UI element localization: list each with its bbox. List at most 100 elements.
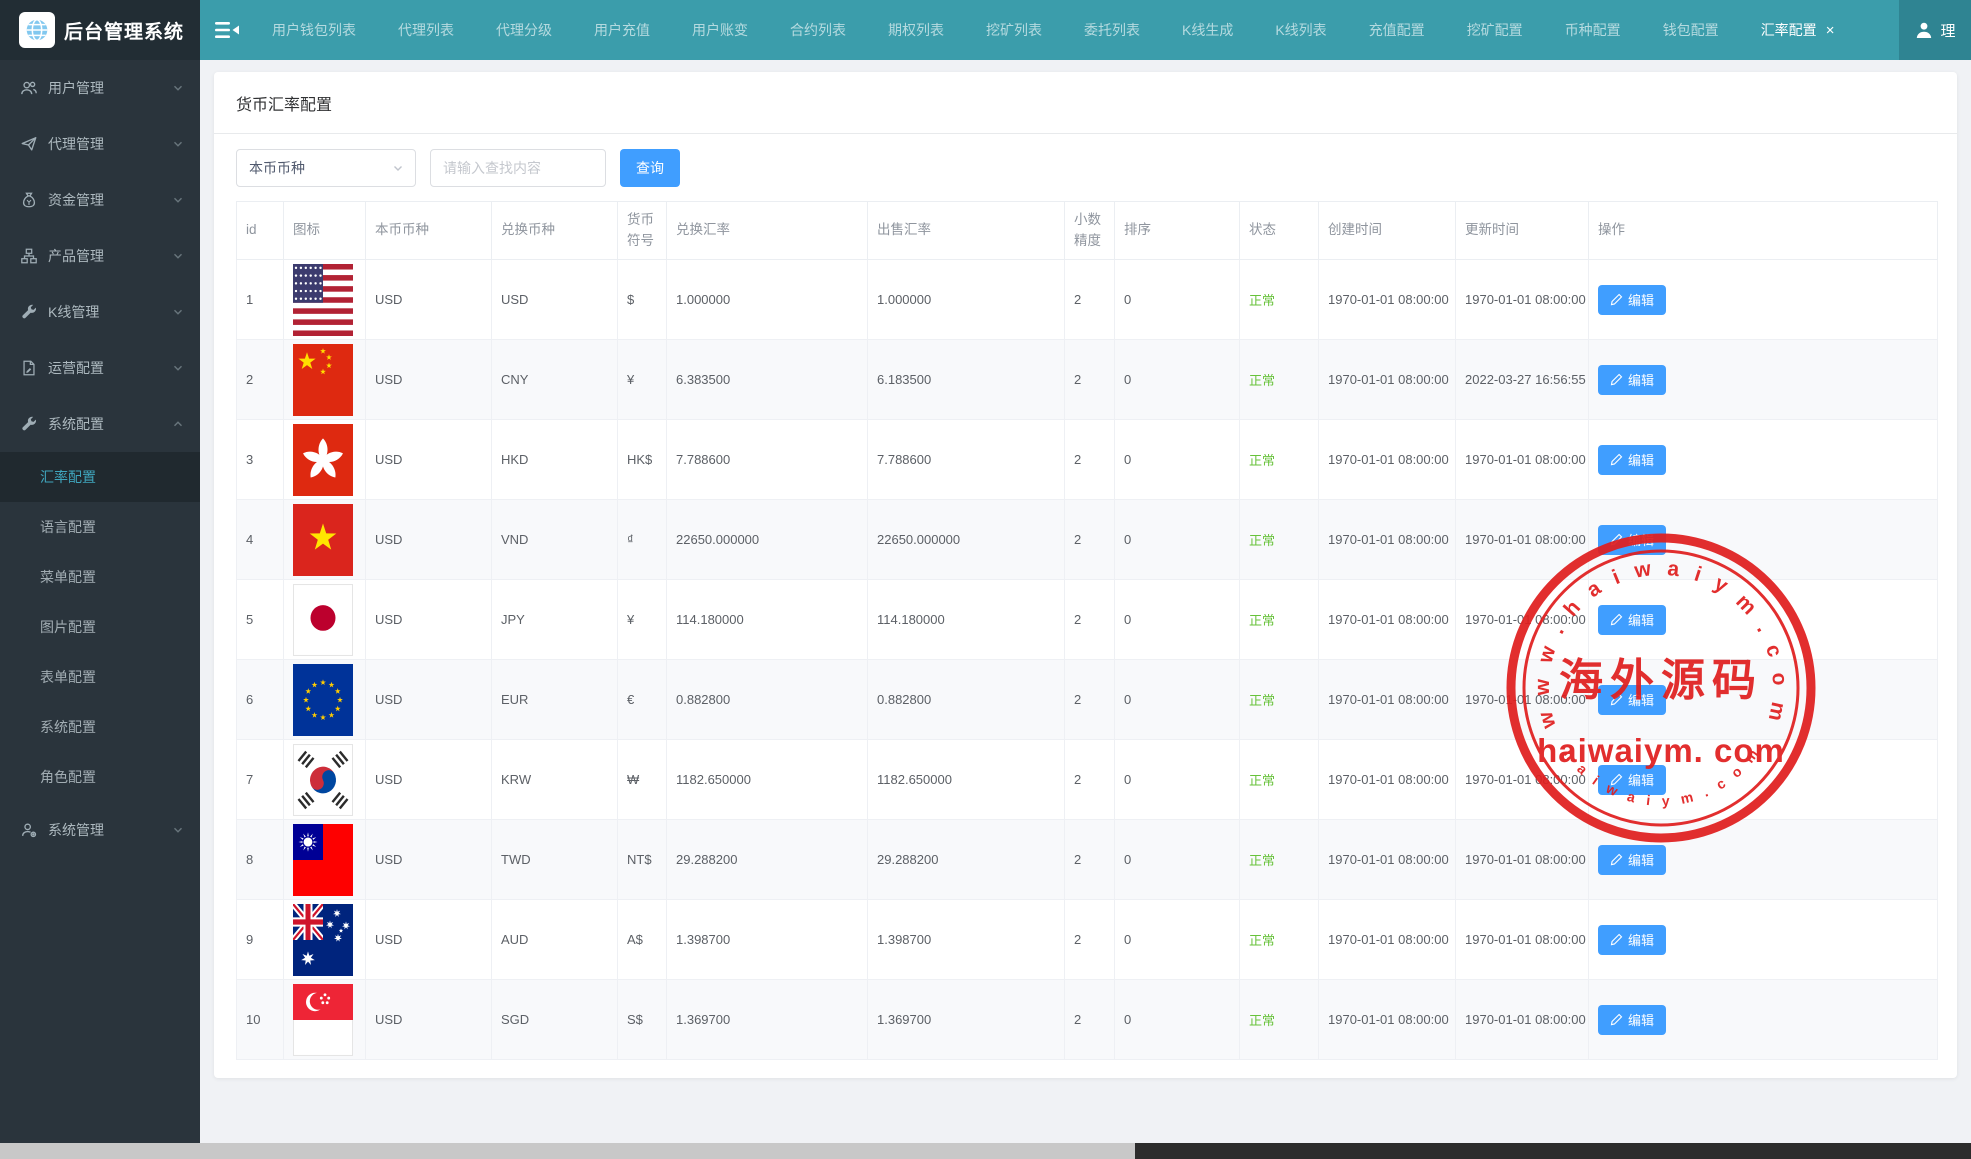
edit-button[interactable]: 编辑 (1598, 525, 1666, 555)
nav-tab-8[interactable]: 挖矿列表 (965, 0, 1063, 60)
cell-status: 正常 (1240, 340, 1319, 420)
status-badge: 正常 (1249, 453, 1275, 468)
nav-tab-11[interactable]: K线列表 (1254, 0, 1347, 60)
nav-tab-16[interactable]: 汇率配置× (1740, 0, 1856, 60)
nav-tab-12[interactable]: 充值配置 (1348, 0, 1446, 60)
sidebar-subitem[interactable]: 图片配置 (0, 602, 200, 652)
sidebar-subitem[interactable]: 菜单配置 (0, 552, 200, 602)
sidebar-item[interactable]: 代理管理 (0, 116, 200, 172)
cell-flag (284, 580, 366, 660)
chevron-up-icon (172, 418, 184, 430)
nav-tab-13[interactable]: 挖矿配置 (1446, 0, 1544, 60)
edit-button[interactable]: 编辑 (1598, 445, 1666, 475)
col-id: id (237, 202, 284, 260)
sidebar-item[interactable]: 系统配置 (0, 396, 200, 452)
cell-action: 编辑 (1589, 980, 1938, 1060)
horizontal-scrollbar[interactable] (0, 1143, 1971, 1159)
nav-tab-3[interactable]: 代理分级 (475, 0, 573, 60)
pencil-icon (1610, 373, 1623, 386)
flag-kr-icon (293, 744, 353, 816)
document-icon (20, 359, 38, 377)
edit-button[interactable]: 编辑 (1598, 685, 1666, 715)
cell-id: 6 (237, 660, 284, 740)
base-currency-select[interactable]: 本币币种 (236, 149, 416, 187)
wrench-icon (20, 303, 38, 321)
cell-symbol: NT$ (618, 820, 667, 900)
cell-precision: 2 (1065, 900, 1115, 980)
sidebar-item[interactable]: 资金管理 (0, 172, 200, 228)
cell-exchange_rate: 0.882800 (667, 660, 868, 740)
nav-tab-9[interactable]: 委托列表 (1063, 0, 1161, 60)
sidebar-item[interactable]: 系统管理 (0, 802, 200, 858)
cell-exchange_rate: 114.180000 (667, 580, 868, 660)
cell-quote: AUD (492, 900, 618, 980)
close-tab-icon[interactable]: × (1826, 22, 1835, 39)
cell-exchange_rate: 1.369700 (667, 980, 868, 1060)
cell-precision: 2 (1065, 820, 1115, 900)
cell-action: 编辑 (1589, 900, 1938, 980)
nav-tab-6[interactable]: 合约列表 (769, 0, 867, 60)
cell-quote: USD (492, 260, 618, 340)
edit-button[interactable]: 编辑 (1598, 1005, 1666, 1035)
flag-tw-icon (293, 824, 353, 896)
sidebar-item[interactable]: 运营配置 (0, 340, 200, 396)
edit-button[interactable]: 编辑 (1598, 285, 1666, 315)
cell-created_at: 1970-01-01 08:00:00 (1319, 260, 1456, 340)
edit-button[interactable]: 编辑 (1598, 765, 1666, 795)
cell-sort: 0 (1115, 500, 1240, 580)
edit-button[interactable]: 编辑 (1598, 365, 1666, 395)
search-input[interactable] (430, 149, 606, 187)
nav-tab-5[interactable]: 用户账变 (671, 0, 769, 60)
nav-tab-14[interactable]: 币种配置 (1544, 0, 1642, 60)
search-button[interactable]: 查询 (620, 149, 680, 187)
edit-button[interactable]: 编辑 (1598, 845, 1666, 875)
nav-tab-10[interactable]: K线生成 (1161, 0, 1254, 60)
user-name: 理 (1940, 20, 1955, 41)
flag-cn-icon (293, 344, 353, 416)
sidebar-subitem[interactable]: 角色配置 (0, 752, 200, 802)
nav-tab-2[interactable]: 代理列表 (377, 0, 475, 60)
flag-vn-icon (293, 504, 353, 576)
user-menu[interactable]: 理 (1899, 0, 1971, 60)
sidebar-subitem[interactable]: 系统配置 (0, 702, 200, 752)
collapse-menu-icon[interactable] (215, 20, 239, 40)
sidebar-subitem[interactable]: 语言配置 (0, 502, 200, 552)
cell-status: 正常 (1240, 900, 1319, 980)
edit-button[interactable]: 编辑 (1598, 925, 1666, 955)
exchange-rate-table: id图标本币币种兑换币种货币符号兑换汇率出售汇率小数精度排序状态创建时间更新时间… (236, 201, 1938, 1060)
nav-tab-15[interactable]: 钱包配置 (1642, 0, 1740, 60)
cell-updated_at: 1970-01-01 08:00:00 (1456, 980, 1589, 1060)
content-card: 货币汇率配置 本币币种 查询 id图标本币币种兑换币种货币符号兑换汇率出售汇率小… (214, 72, 1957, 1078)
sidebar-item[interactable]: 用户管理 (0, 60, 200, 116)
nav-tab-1[interactable]: 用户钱包列表 (251, 0, 377, 60)
col-precision: 小数精度 (1065, 202, 1115, 260)
edit-button[interactable]: 编辑 (1598, 605, 1666, 635)
nav-tab-7[interactable]: 期权列表 (867, 0, 965, 60)
cell-precision: 2 (1065, 420, 1115, 500)
nav-tab-4[interactable]: 用户充值 (573, 0, 671, 60)
cell-updated_at: 2022-03-27 16:56:55 (1456, 340, 1589, 420)
sidebar-item[interactable]: 产品管理 (0, 228, 200, 284)
cell-precision: 2 (1065, 580, 1115, 660)
top-nav: 用户钱包列表代理列表代理分级用户充值用户账变合约列表期权列表挖矿列表委托列表K线… (200, 0, 1971, 60)
sidebar-subitem[interactable]: 汇率配置 (0, 452, 200, 502)
cell-base: USD (366, 340, 492, 420)
flag-us-icon (293, 264, 353, 336)
sidebar-item[interactable]: K线管理 (0, 284, 200, 340)
cell-sort: 0 (1115, 820, 1240, 900)
cell-precision: 2 (1065, 980, 1115, 1060)
cell-quote: TWD (492, 820, 618, 900)
cell-id: 5 (237, 580, 284, 660)
cell-precision: 2 (1065, 500, 1115, 580)
flag-hk-icon (293, 424, 353, 496)
top-bar: 后台管理系统 用户钱包列表代理列表代理分级用户充值用户账变合约列表期权列表挖矿列… (0, 0, 1971, 60)
col-created_at: 创建时间 (1319, 202, 1456, 260)
cell-status: 正常 (1240, 500, 1319, 580)
sidebar-item-label: 系统配置 (48, 414, 104, 434)
scrollbar-thumb[interactable] (0, 1143, 1135, 1159)
cell-updated_at: 1970-01-01 08:00:00 (1456, 260, 1589, 340)
sidebar-item-label: 运营配置 (48, 358, 104, 378)
cell-status: 正常 (1240, 820, 1319, 900)
sidebar-subitem[interactable]: 表单配置 (0, 652, 200, 702)
status-badge: 正常 (1249, 853, 1275, 868)
